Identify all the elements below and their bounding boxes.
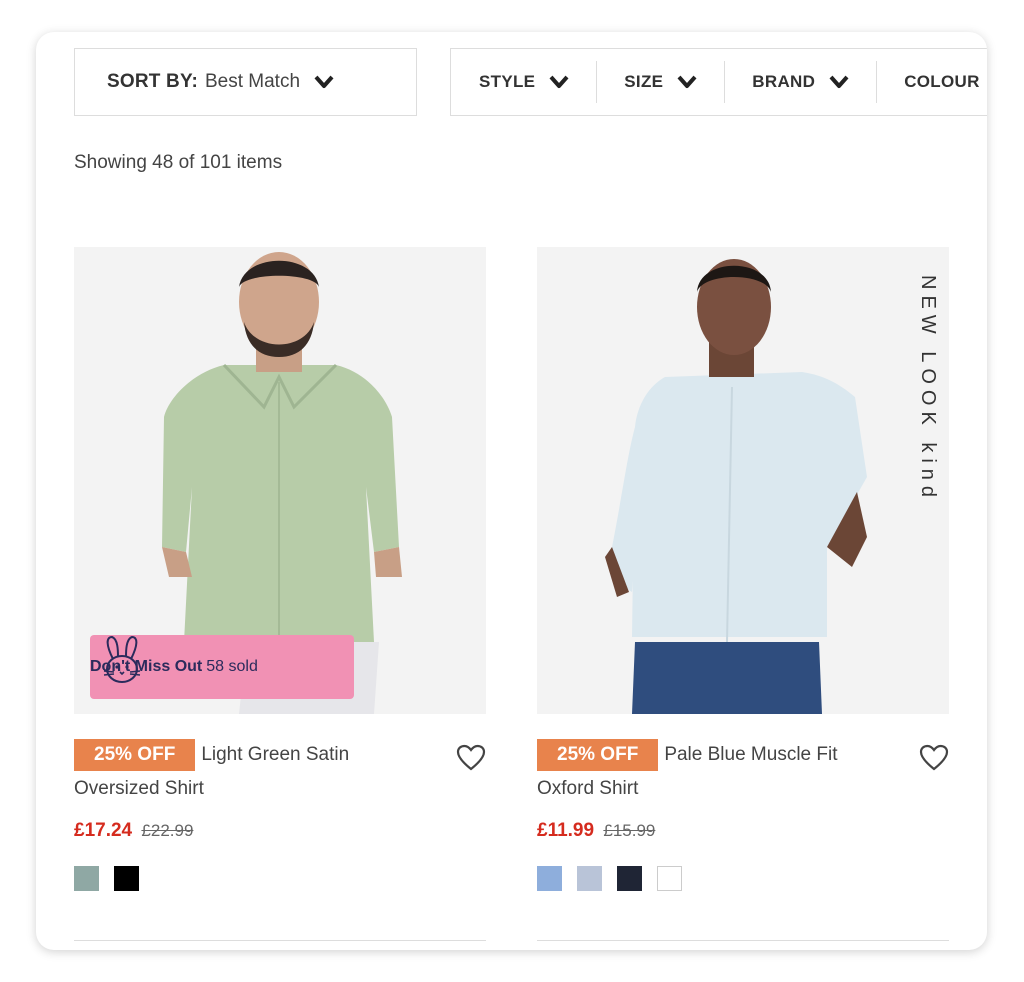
colour-swatches [74,866,486,891]
promo-sold-count: 58 sold [206,658,258,675]
price-row: £11.99 £15.99 [537,820,949,842]
model-illustration [537,247,949,714]
heart-icon[interactable] [456,744,486,772]
chevron-down-icon [677,75,697,88]
swatch-navy[interactable] [617,866,642,891]
chevron-down-icon [829,75,849,88]
swatch-white[interactable] [657,866,682,891]
product-card[interactable]: NEW LOOK kind 25% OFF Pale Blue Muscle Fi… [537,247,949,891]
brand-tag: NEW LOOK kind [917,275,939,504]
filter-colour-label: COLOUR [904,72,980,91]
filter-brand[interactable]: BRAND [725,61,878,103]
swatch-sage[interactable] [74,866,99,891]
divider [537,940,949,941]
swatch-grey-blue[interactable] [577,866,602,891]
product-title-row: 25% OFF Pale Blue Muscle Fit Oxford Shirt [537,738,949,806]
filter-size[interactable]: SIZE [597,61,726,103]
results-count: Showing 48 of 101 items [74,152,283,173]
sort-value: Best Match [204,71,301,92]
colour-swatches [537,866,949,891]
divider [74,940,486,941]
filter-brand-label: BRAND [752,72,816,91]
product-title-row: 25% OFF Light Green Satin Oversized Shirt [74,738,486,806]
filter-style[interactable]: STYLE [451,61,598,103]
product-image[interactable]: NEW LOOK kind [537,247,949,714]
chevron-down-icon [314,75,334,88]
filter-bar: STYLE SIZE BRAND COLOUR [450,48,987,116]
product-card[interactable]: Don't Miss Out 58 sold 25% OFF Light Gree… [74,247,486,891]
product-listing-panel: SORT BY: Best Match STYLE SIZE BRAND COL… [36,32,987,950]
sort-label: SORT BY: [107,71,198,92]
filter-size-label: SIZE [624,72,664,91]
sort-dropdown[interactable]: SORT BY: Best Match [74,48,417,116]
shirt-shape [162,365,399,642]
swatch-black[interactable] [114,866,139,891]
original-price: £22.99 [141,821,194,840]
sale-price: £17.24 [74,820,133,841]
promo-banner: Don't Miss Out 58 sold [90,635,354,699]
swatch-light-blue[interactable] [537,866,562,891]
discount-badge: 25% OFF [537,739,659,771]
filter-style-label: STYLE [479,72,536,91]
filter-colour[interactable]: COLOUR [877,61,987,103]
chevron-down-icon [549,75,569,88]
product-image[interactable]: Don't Miss Out 58 sold [74,247,486,714]
discount-badge: 25% OFF [74,739,196,771]
bunny-icon [103,635,141,683]
heart-icon[interactable] [919,744,949,772]
price-row: £17.24 £22.99 [74,820,486,842]
original-price: £15.99 [603,821,656,840]
sale-price: £11.99 [537,820,595,841]
